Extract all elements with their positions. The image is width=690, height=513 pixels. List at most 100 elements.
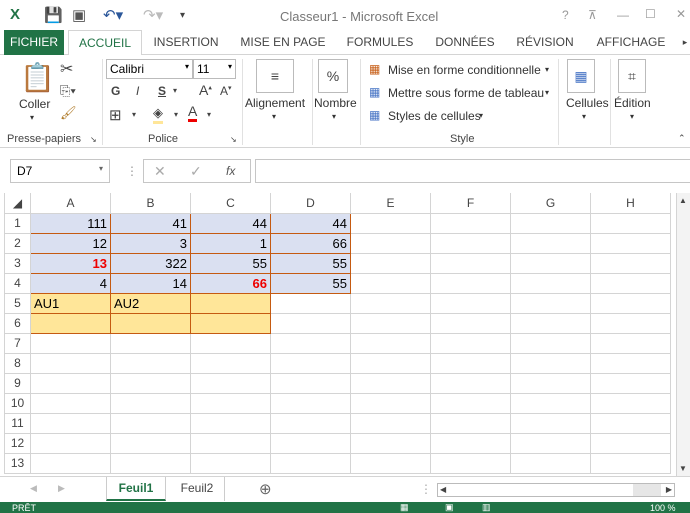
underline-button[interactable]: S [158,84,166,98]
editing-button[interactable]: Édition [614,96,651,110]
cell-A1[interactable]: 111 [30,212,111,234]
increase-font-icon[interactable]: A▴ [199,82,212,98]
cell-H6[interactable] [590,312,671,334]
cell-B2[interactable]: 3 [110,232,191,254]
next-sheet-icon[interactable]: ▶ [58,483,65,494]
tab-donnees[interactable]: DONNÉES [430,30,500,55]
cell-C2[interactable]: 1 [190,232,271,254]
cell-A4[interactable]: 4 [30,272,111,294]
cell-F8[interactable] [430,352,511,374]
cell-G9[interactable] [510,372,591,394]
column-header[interactable]: E [350,193,431,214]
ribbon-options-icon[interactable]: ⊼ [588,8,597,22]
underline-dropdown-icon[interactable]: ▾ [173,86,177,95]
row-header[interactable]: 2 [4,232,31,254]
cell-F12[interactable] [430,432,511,454]
cell-D1[interactable]: 44 [270,212,351,234]
scroll-up-icon[interactable]: ▲ [679,196,687,205]
cell-E5[interactable] [350,292,431,314]
cell-C6[interactable] [190,312,271,334]
number-button[interactable]: Nombre [314,96,357,110]
tab-fichier[interactable]: FICHIER [4,30,64,55]
row-header[interactable]: 6 [4,312,31,334]
cell-H2[interactable] [590,232,671,254]
row-header[interactable]: 12 [4,432,31,454]
cell-E11[interactable] [350,412,431,434]
cell-A2[interactable]: 12 [30,232,111,254]
normal-view-icon[interactable]: ▦ [400,502,409,513]
insert-function-button[interactable]: fx [226,164,235,178]
column-header[interactable]: H [590,193,671,214]
sheet-tab-feuil1[interactable]: Feuil1 [106,477,166,501]
enter-icon[interactable]: ✓ [190,163,202,180]
cell-D10[interactable] [270,392,351,414]
font-launcher-icon[interactable]: ↘ [230,135,237,144]
cell-C13[interactable] [190,452,271,474]
tab-accueil[interactable]: ACCUEIL [68,30,142,56]
page-break-icon[interactable]: ▥ [482,502,491,513]
cancel-icon[interactable]: ✕ [154,163,166,180]
row-header[interactable]: 5 [4,292,31,314]
cell-E12[interactable] [350,432,431,454]
alignment-button[interactable]: Alignement [245,96,305,110]
cell-B9[interactable] [110,372,191,394]
page-layout-icon[interactable]: ▣ [445,502,454,513]
cell-D5[interactable] [270,292,351,314]
scroll-down-icon[interactable]: ▼ [679,464,687,473]
clipboard-launcher-icon[interactable]: ↘ [90,135,97,144]
cell-F6[interactable] [430,312,511,334]
percent-icon[interactable]: % [318,59,348,93]
cell-B12[interactable] [110,432,191,454]
row-header[interactable]: 4 [4,272,31,294]
format-painter-icon[interactable]: 🖌 [60,105,77,121]
cell-G7[interactable] [510,332,591,354]
tab-affichage[interactable]: AFFICHAGE [592,30,670,55]
tab-insertion[interactable]: INSERTION [150,30,222,55]
cell-F9[interactable] [430,372,511,394]
prev-sheet-icon[interactable]: ◀ [30,483,37,494]
row-header[interactable]: 3 [4,252,31,274]
save-icon[interactable]: 💾 [44,6,63,24]
borders-dropdown-icon[interactable]: ▾ [132,110,136,119]
cells-button[interactable]: Cellules [566,96,609,110]
cell-B4[interactable]: 14 [110,272,191,294]
cell-A12[interactable] [30,432,111,454]
cell-A7[interactable] [30,332,111,354]
decrease-font-icon[interactable]: A▾ [220,84,232,98]
cell-styles-button[interactable]: Styles de cellules [388,109,481,123]
cell-H12[interactable] [590,432,671,454]
cell-D6[interactable] [270,312,351,334]
cell-B7[interactable] [110,332,191,354]
cell-D7[interactable] [270,332,351,354]
cell-D3[interactable]: 55 [270,252,351,274]
cell-B8[interactable] [110,352,191,374]
cell-E7[interactable] [350,332,431,354]
cell-H11[interactable] [590,412,671,434]
cell-D13[interactable] [270,452,351,474]
cell-D2[interactable]: 66 [270,232,351,254]
tab-revision[interactable]: RÉVISION [512,30,578,55]
cell-C10[interactable] [190,392,271,414]
cell-G11[interactable] [510,412,591,434]
cell-B5[interactable]: AU2 [110,292,191,314]
font-color-icon[interactable]: A [188,104,198,122]
formula-input[interactable] [255,159,690,183]
cell-F1[interactable] [430,212,511,234]
cell-B13[interactable] [110,452,191,474]
cell-A3[interactable]: 13 [30,252,111,274]
column-header[interactable]: D [270,193,351,214]
splitter-icon[interactable]: ⋮ [420,482,432,496]
cell-A6[interactable] [30,312,111,334]
cells-icon[interactable]: ▦ [567,59,595,93]
cell-A5[interactable]: AU1 [30,292,111,314]
cell-H5[interactable] [590,292,671,314]
row-header[interactable]: 13 [4,452,31,474]
cell-A8[interactable] [30,352,111,374]
cell-C9[interactable] [190,372,271,394]
paste-icon[interactable]: 📋 [20,61,55,94]
paste-dropdown-icon[interactable]: ▾ [30,113,34,122]
cell-C7[interactable] [190,332,271,354]
cell-B11[interactable] [110,412,191,434]
cell-H7[interactable] [590,332,671,354]
cell-D9[interactable] [270,372,351,394]
